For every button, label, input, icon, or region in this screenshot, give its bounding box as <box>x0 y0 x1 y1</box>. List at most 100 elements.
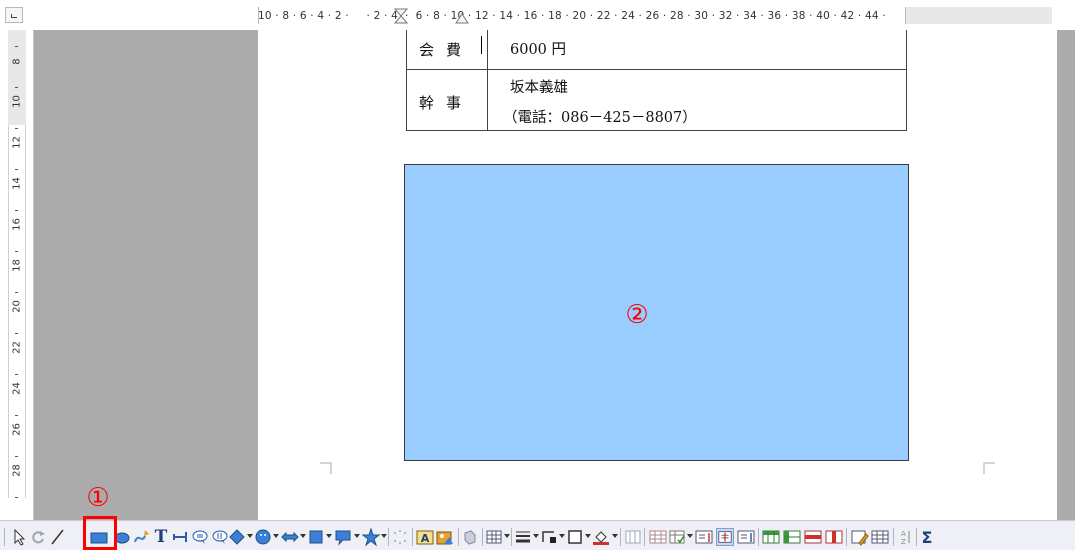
text-cursor <box>481 36 482 54</box>
delete-row-icon[interactable] <box>737 528 755 546</box>
ruler-tick <box>15 128 18 129</box>
ruler-number: 26 <box>11 423 23 436</box>
callout-icon[interactable] <box>191 528 209 546</box>
toolbar-separator <box>620 528 621 546</box>
toolbar-separator <box>458 528 459 546</box>
ruler-tick <box>15 46 18 47</box>
border-icon[interactable] <box>567 528 583 546</box>
extrusion-icon[interactable] <box>462 528 478 546</box>
table-column-divider <box>487 30 488 130</box>
ruler-tick <box>15 210 18 211</box>
table-icon[interactable] <box>486 528 502 546</box>
dropdown-arrow-icon[interactable] <box>559 534 565 538</box>
toolbar-separator <box>644 528 645 546</box>
basic-shapes-icon[interactable] <box>229 528 245 546</box>
ruler-tick <box>15 169 18 170</box>
dropdown-arrow-icon[interactable] <box>504 534 510 538</box>
toolbar-separator <box>511 528 512 546</box>
rotate-icon[interactable] <box>30 528 46 546</box>
tab-stop-type-icon[interactable] <box>5 7 23 23</box>
dropdown-arrow-icon[interactable] <box>585 534 591 538</box>
ruler-number: 24 <box>11 382 23 395</box>
organizer-name[interactable]: 坂本義雄 <box>510 76 568 97</box>
callouts-icon[interactable] <box>334 528 352 546</box>
annotation-marker-2: ② <box>625 300 649 330</box>
ruler-margin-band <box>8 30 26 125</box>
optimize-column-icon[interactable] <box>825 528 843 546</box>
stars-icon[interactable] <box>362 528 380 546</box>
arrow-style-icon[interactable] <box>541 528 557 546</box>
autoformat-icon[interactable] <box>669 528 685 546</box>
sum-icon[interactable]: Σ <box>920 528 934 547</box>
dropdown-arrow-icon[interactable] <box>381 534 387 538</box>
select-icon[interactable] <box>12 528 26 546</box>
insert-column-icon[interactable] <box>716 528 734 546</box>
ruler-number: 12 <box>11 136 23 149</box>
svg-text:A: A <box>901 530 906 538</box>
flowchart-icon[interactable] <box>308 528 324 546</box>
first-line-indent-icon[interactable] <box>394 8 408 24</box>
ruler-tick <box>15 456 18 457</box>
dropdown-arrow-icon[interactable] <box>612 534 618 538</box>
crop-mark-icon <box>983 462 995 474</box>
ruler-number: 10 <box>11 95 23 108</box>
points-icon[interactable] <box>392 528 408 546</box>
ruler-number: 14 <box>11 177 23 190</box>
line-style-icon[interactable] <box>515 528 531 546</box>
insert-row-icon[interactable] <box>695 528 713 546</box>
text-icon[interactable]: T <box>153 527 169 547</box>
svg-text:Z: Z <box>901 538 906 546</box>
fee-value[interactable]: 6000 円 <box>510 38 566 59</box>
dropdown-arrow-icon[interactable] <box>247 534 253 538</box>
symbol-shapes-icon[interactable] <box>255 528 271 546</box>
svg-text:A: A <box>421 532 430 545</box>
dropdown-arrow-icon[interactable] <box>326 534 332 538</box>
info-table[interactable]: 会費 6000 円 幹事 坂本義雄 （電話：086－425－8807） <box>406 30 907 131</box>
insert-image-icon[interactable] <box>436 528 454 546</box>
fontwork-icon[interactable]: A <box>416 528 434 546</box>
right-indent-icon[interactable] <box>455 8 469 24</box>
freeform-icon[interactable] <box>133 528 151 546</box>
rectangle-tool-highlight <box>83 516 117 550</box>
dropdown-arrow-icon[interactable] <box>300 534 306 538</box>
dimension-line-icon[interactable] <box>171 528 189 546</box>
toolbar-grip <box>4 528 5 546</box>
table-grid-icon[interactable] <box>625 528 641 546</box>
drawing-toolbar: T A A Z Σ <box>0 520 1075 550</box>
dropdown-arrow-icon[interactable] <box>687 534 693 538</box>
fill-color-icon[interactable] <box>592 528 610 546</box>
dropdown-arrow-icon[interactable] <box>533 534 539 538</box>
split-cells-icon[interactable] <box>783 528 801 546</box>
toolbar-separator <box>412 528 413 546</box>
delete-column-icon[interactable] <box>762 528 780 546</box>
properties-icon[interactable] <box>851 528 869 546</box>
ruler-number: 18 <box>11 259 23 272</box>
sort-icon[interactable] <box>871 528 889 546</box>
block-arrows-icon[interactable] <box>281 528 299 546</box>
organizer-phone[interactable]: （電話：086－425－8807） <box>503 106 697 127</box>
merge-cells-icon[interactable] <box>649 528 667 546</box>
vertical-ruler[interactable]: 8 10 12 14 16 18 20 22 24 26 28 <box>0 30 34 520</box>
annotation-marker-1: ① <box>86 483 110 513</box>
ruler-tick <box>15 292 18 293</box>
dropdown-arrow-icon[interactable] <box>273 534 279 538</box>
rectangle-shape[interactable] <box>404 164 909 461</box>
toolbar-separator <box>482 528 483 546</box>
ruler-tick <box>15 333 18 334</box>
ruler-number: 28 <box>11 464 23 477</box>
ruler-number: 8 <box>11 58 23 65</box>
dropdown-arrow-icon[interactable] <box>354 534 360 538</box>
table-row[interactable]: 会費 6000 円 <box>407 30 906 70</box>
optimize-row-icon[interactable] <box>804 528 822 546</box>
vertical-callout-icon[interactable] <box>211 528 229 546</box>
ruler-number: 22 <box>11 341 23 354</box>
crop-mark-icon <box>320 462 332 474</box>
ruler-number: 20 <box>11 300 23 313</box>
line-icon[interactable] <box>49 528 65 546</box>
horizontal-ruler[interactable]: 10 · 8 · 6 · 4 · 2 · · 2 · 4 · 6 · 8 · 1… <box>0 0 1075 31</box>
toolbar-separator <box>893 528 894 546</box>
sort-ascending-icon[interactable]: A Z <box>898 528 912 546</box>
ruler-tick <box>15 497 18 498</box>
toolbar-separator <box>388 528 389 546</box>
organizer-label: 幹事 <box>419 94 474 112</box>
